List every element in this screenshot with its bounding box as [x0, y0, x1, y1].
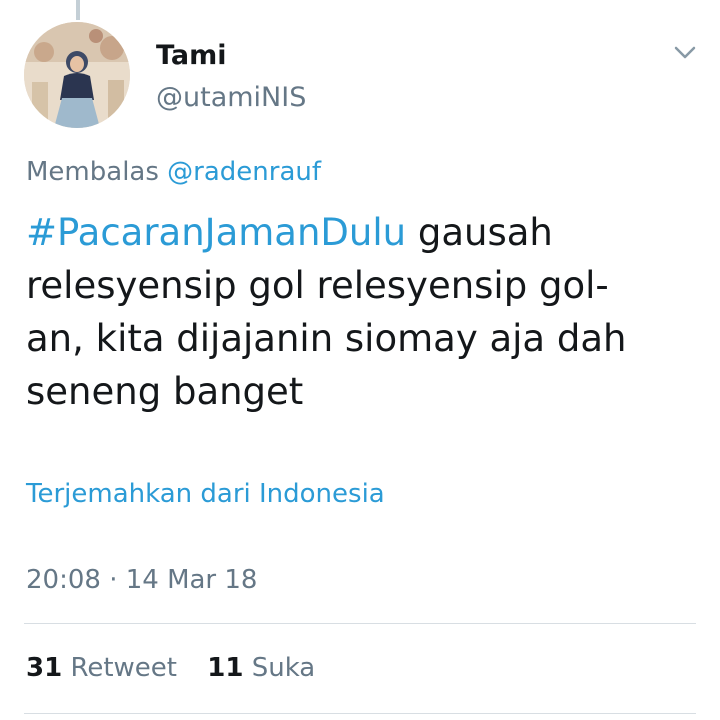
tweet-text-line: an, kita dijajanin siomay aja dah	[26, 317, 627, 360]
avatar-photo	[24, 22, 130, 128]
tweet-stats: 31 Retweet 11 Suka	[26, 650, 337, 686]
tweet-text-fragment: gausah	[406, 211, 553, 254]
retweet-count-link[interactable]: 31 Retweet	[26, 653, 177, 683]
tweet-text-line: seneng banget	[26, 370, 304, 413]
avatar[interactable]	[24, 22, 130, 128]
reply-context: Membalas @radenrauf	[26, 154, 321, 190]
divider	[24, 623, 696, 624]
divider	[24, 713, 696, 714]
like-count-link[interactable]: 11 Suka	[207, 653, 315, 683]
chevron-down-icon[interactable]	[668, 36, 702, 70]
hashtag-link[interactable]: #PacaranJamanDulu	[26, 211, 406, 254]
tweet-text: #PacaranJamanDulu gausah relesyensip gol…	[26, 206, 686, 418]
like-label: Suka	[251, 653, 316, 683]
author-handle[interactable]: @utamiNIS	[156, 80, 306, 116]
reply-prefix: Membalas	[26, 157, 159, 187]
thread-connector-line	[76, 0, 80, 20]
author-display-name[interactable]: Tami	[156, 38, 227, 74]
tweet-text-line: #PacaranJamanDulu gausah	[26, 206, 686, 259]
tweet-text-line: relesyensip gol relesyensip gol-	[26, 264, 609, 307]
like-count: 11	[207, 653, 244, 683]
retweet-label: Retweet	[70, 653, 177, 683]
translate-link[interactable]: Terjemahkan dari Indonesia	[26, 476, 385, 512]
reply-to-handle-link[interactable]: @radenrauf	[167, 157, 321, 187]
retweet-count: 31	[26, 653, 63, 683]
tweet-timestamp[interactable]: 20:08 · 14 Mar 18	[26, 562, 257, 598]
